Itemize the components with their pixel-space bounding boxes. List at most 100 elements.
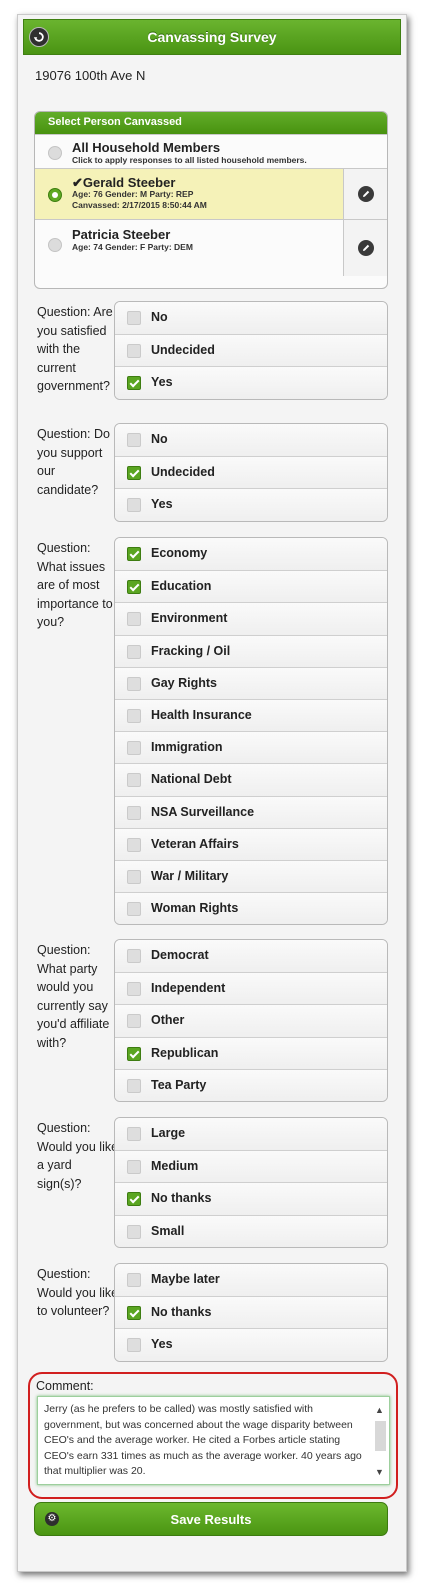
question-text: Question: What issues are of most import… [37,541,113,629]
scroll-up-icon[interactable]: ▲ [375,1403,384,1419]
option-checkbox[interactable] [127,344,141,359]
option-checkbox[interactable] [127,547,141,561]
option-checkbox[interactable] [127,466,141,481]
option-checkbox[interactable] [127,741,141,756]
option-checkbox[interactable] [127,773,141,788]
option-row[interactable]: No [115,302,387,335]
option-label: No thanks [151,1191,212,1206]
option-checkbox[interactable] [127,1273,141,1287]
option-row[interactable]: Gay Rights [115,666,387,699]
option-row[interactable]: Tea Party [115,1068,387,1101]
option-label: Undecided [151,465,215,480]
option-row[interactable]: Republican [115,1036,387,1069]
option-label: Woman Rights [151,901,239,916]
option-checkbox[interactable] [127,1224,141,1239]
option-checkbox[interactable] [127,805,141,820]
edit-button-gerald[interactable] [343,169,387,219]
app-frame: Canvassing Survey 19076 100th Ave N Sele… [17,14,407,1572]
option-row[interactable]: Independent [115,972,387,1005]
option-label: Gay Rights [151,675,217,690]
option-label: National Debt [151,772,232,787]
option-row[interactable]: Maybe later [115,1264,387,1297]
option-row[interactable]: Immigration [115,731,387,764]
option-checkbox[interactable] [127,949,141,963]
option-checkbox[interactable] [127,982,141,997]
option-row[interactable]: Medium [115,1150,387,1183]
option-checkbox[interactable] [127,676,141,691]
person-selector: Select Person Canvassed All Household Me… [34,111,388,289]
option-checkbox[interactable] [127,1306,141,1321]
option-row[interactable]: Yes [115,366,387,399]
comment-scrollbar[interactable]: ▲ ▼ [374,1401,387,1481]
save-results-button[interactable]: ⚙ Save Results [34,1502,388,1536]
option-label: Yes [151,1337,173,1352]
option-checkbox[interactable] [127,708,141,723]
option-row[interactable]: NSA Surveillance [115,795,387,828]
radio-gerald[interactable] [48,188,62,202]
option-row[interactable]: Woman Rights [115,892,387,925]
option-checkbox[interactable] [127,433,141,447]
option-checkbox[interactable] [127,644,141,659]
person-canvassed: Canvassed: 2/17/2015 8:50:44 AM [72,200,207,210]
option-label: Economy [151,546,208,560]
comment-textarea[interactable]: Jerry (as he prefers to be called) was m… [37,1396,390,1485]
option-checkbox[interactable] [127,1127,141,1141]
option-row[interactable]: Environment [115,602,387,635]
option-row[interactable]: Fracking / Oil [115,634,387,667]
radio-all[interactable] [48,146,62,160]
radio-patricia[interactable] [48,238,62,252]
question-options: Maybe later No thanks Yes [114,1263,388,1362]
option-checkbox[interactable] [127,612,141,627]
option-label: Independent [151,981,226,996]
option-row[interactable]: Yes [115,1328,387,1361]
pencil-icon [362,244,369,251]
option-checkbox[interactable] [127,1160,141,1175]
option-label: Environment [151,611,228,626]
option-row[interactable]: War / Military [115,859,387,893]
option-checkbox[interactable] [127,1014,141,1029]
question-options: Democrat Independent Other Republican Tea Pa… [114,939,388,1102]
option-checkbox[interactable] [127,498,141,513]
option-checkbox[interactable] [127,1192,141,1207]
option-row[interactable]: Undecided [115,334,387,367]
option-checkbox[interactable] [127,1046,141,1061]
option-row[interactable]: Small [115,1214,387,1247]
option-row[interactable]: Health Insurance [115,698,387,732]
person-details: Age: 76 Gender: M Party: REP [72,189,194,199]
option-checkbox[interactable] [127,869,141,884]
option-checkbox[interactable] [127,311,141,325]
comment-text: Jerry (as he prefers to be called) was m… [44,1403,362,1477]
scroll-down-icon[interactable]: ▼ [375,1465,384,1481]
edit-button-patricia[interactable] [343,220,387,276]
option-row[interactable]: Undecided [115,456,387,489]
option-row[interactable]: No thanks [115,1296,387,1329]
option-row[interactable]: Education [115,570,387,603]
option-checkbox[interactable] [127,580,141,595]
scroll-thumb[interactable] [375,1421,386,1451]
option-row[interactable]: No thanks [115,1182,387,1215]
option-row[interactable]: Democrat [115,940,387,973]
option-label: Large [151,1126,186,1140]
option-row[interactable]: National Debt [115,763,387,796]
option-label: Health Insurance [151,707,252,722]
question-options: No Undecided Yes [114,301,388,400]
option-checkbox[interactable] [127,902,141,917]
option-row[interactable]: Other [115,1004,387,1037]
option-label: NSA Surveillance [151,804,255,819]
option-checkbox[interactable] [127,1078,141,1093]
option-checkbox[interactable] [127,837,141,852]
option-checkbox[interactable] [127,376,141,391]
option-row[interactable]: No [115,424,387,457]
person-row-all[interactable]: All Household Members Click to apply res… [35,134,387,168]
person-row-patricia[interactable]: Patricia Steeber Age: 74 Gender: F Party… [35,219,387,276]
option-row[interactable]: Veteran Affairs [115,827,387,860]
option-row[interactable]: Economy [115,538,387,571]
option-row[interactable]: Yes [115,488,387,521]
canvassed-check-icon: ✔ [72,175,83,190]
option-row[interactable]: Large [115,1118,387,1151]
option-label: War / Military [151,868,229,883]
option-checkbox[interactable] [127,1338,141,1353]
person-row-gerald[interactable]: ✔Gerald Steeber Age: 76 Gender: M Party:… [35,168,387,219]
option-label: Medium [151,1159,199,1174]
option-label: Fracking / Oil [151,643,231,658]
